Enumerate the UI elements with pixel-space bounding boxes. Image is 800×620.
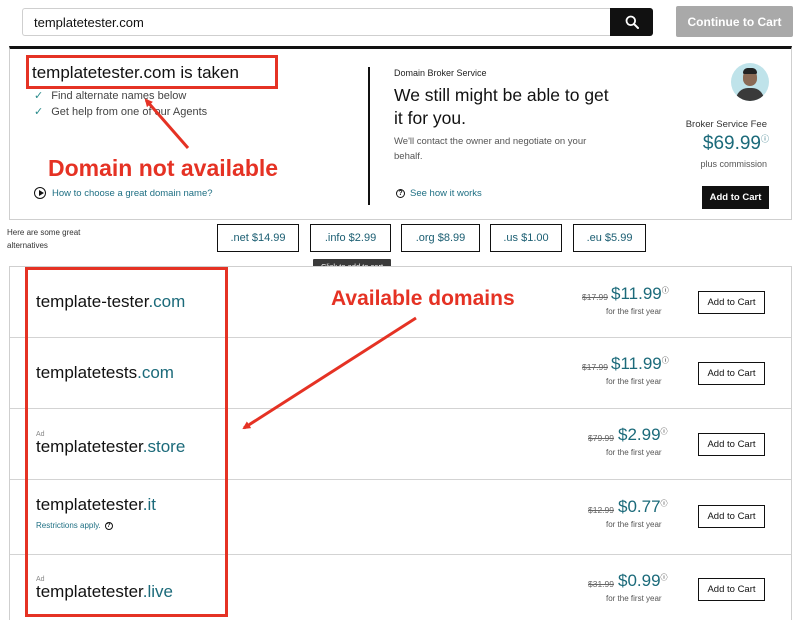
- arrow-up: [144, 98, 190, 149]
- annotation-arrows: [144, 98, 417, 430]
- arrow-down-left: [242, 316, 417, 430]
